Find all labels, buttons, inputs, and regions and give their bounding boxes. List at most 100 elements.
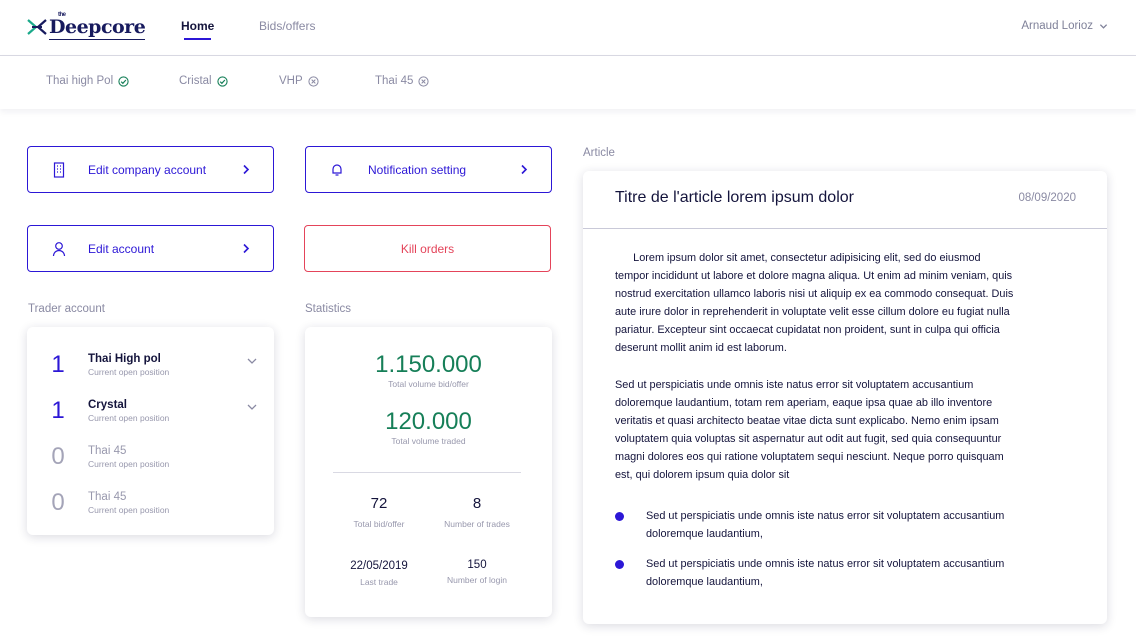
position-caption: Current open position — [88, 413, 170, 423]
nav-bids-offers[interactable]: Bids/offers — [259, 19, 315, 33]
kill-orders-button[interactable]: Kill orders — [304, 225, 551, 272]
total-volume-bid-offer-value: 1.150.000 — [375, 351, 482, 378]
statistics-heading: Statistics — [305, 303, 352, 315]
product-item-vhp[interactable]: VHP — [279, 75, 319, 87]
article-title: Titre de l'article lorem ipsum dolor — [615, 189, 854, 206]
action-label: Edit account — [88, 242, 155, 256]
logo-wordmark: Deepcore — [49, 16, 146, 38]
text-line: magni dolores eos qui ratione voluptatem… — [615, 451, 1004, 463]
article-date: 08/09/2020 — [1018, 192, 1076, 204]
text-line: Sed ut perspiciatis unde omnis iste natu… — [646, 510, 1005, 522]
total-volume-bid-offer-label: Total volume bid/offer — [388, 379, 469, 389]
text-line: nostrud exercitation ullamco laboris nis… — [615, 288, 1014, 300]
nav-home[interactable]: Home — [181, 19, 214, 40]
product-name: Thai 45 — [88, 491, 127, 503]
text-line: deserunt mollit anim id est laborum. — [615, 342, 787, 354]
logo-text: the Deepcore — [49, 12, 146, 40]
product-item-thai-high-pol[interactable]: Thai high Pol — [46, 75, 129, 87]
text-line: doloremque laudantium, — [646, 576, 763, 588]
trader-account-card: 1 Thai High pol Current open position 1 … — [27, 327, 274, 535]
chevron-right-icon — [243, 164, 250, 175]
statistics-card: 1.150.000 Total volume bid/offer 120.000… — [305, 327, 552, 617]
product-status-bar: Thai high Pol Cristal VHP Thai 45 — [0, 56, 1136, 109]
trader-row: 0 Thai 45 Current open position — [27, 487, 274, 533]
article-bullet-item: Sed ut perspiciatis unde omnis iste natu… — [646, 555, 1086, 591]
product-name: Crystal — [88, 399, 127, 411]
product-name: Thai High pol — [88, 353, 161, 365]
number-of-login-label: Number of login — [446, 575, 507, 585]
action-label: Kill orders — [400, 241, 455, 256]
position-count: 1 — [51, 397, 65, 424]
product-label: Cristal — [179, 75, 212, 87]
text-line: Sed ut perspiciatis unde omnis iste natu… — [615, 379, 974, 391]
text-line: est, qui dolorem ipsum quia dolor sit — [615, 469, 790, 481]
trader-row: 0 Thai 45 Current open position — [27, 441, 274, 487]
bullet-dot-icon — [615, 560, 624, 569]
user-icon — [52, 242, 66, 257]
position-count: 0 — [51, 489, 65, 516]
total-volume-traded-label: Total volume traded — [391, 436, 466, 446]
position-count: 0 — [51, 443, 65, 470]
chevron-down-icon — [1099, 23, 1108, 29]
product-name: Thai 45 — [88, 445, 127, 457]
user-menu[interactable]: Arnaud Lorioz — [1021, 20, 1108, 32]
logo[interactable]: the Deepcore — [27, 12, 146, 41]
article-bullet-item: Sed ut perspiciatis unde omnis iste natu… — [646, 507, 1086, 543]
edit-company-account-button[interactable]: Edit company account — [27, 146, 274, 193]
product-item-thai-45[interactable]: Thai 45 — [375, 75, 429, 87]
text-line: doloremque laudantium, totam rem aperiam… — [615, 397, 993, 409]
position-caption: Current open position — [88, 367, 170, 377]
chevron-right-icon — [243, 243, 250, 254]
position-count: 1 — [51, 351, 65, 378]
chevron-down-icon[interactable] — [247, 403, 257, 411]
text-line: Lorem ipsum dolor sit amet, consectetur … — [615, 252, 981, 264]
top-navbar: the Deepcore Home Bids/offers Arnaud Lor… — [0, 0, 1136, 56]
article-heading: Article — [583, 147, 615, 159]
number-of-trades-label: Number of trades — [444, 519, 510, 529]
notification-setting-button[interactable]: Notification setting — [305, 146, 552, 193]
text-line: pariatur. Excepteur sint occaecat cupida… — [615, 324, 1000, 336]
trader-row[interactable]: 1 Crystal Current open position — [27, 395, 274, 441]
stats-divider — [333, 472, 521, 473]
x-circle-icon — [308, 75, 319, 87]
text-line: aute irure dolor in reprehenderit in vol… — [615, 306, 1010, 318]
trader-account-heading: Trader account — [28, 303, 105, 315]
last-trade-value: 22/05/2019 — [350, 560, 408, 572]
total-bid-offer-label: Total bid/offer — [353, 519, 405, 529]
user-name: Arnaud Lorioz — [1021, 20, 1093, 32]
check-circle-icon — [118, 75, 129, 87]
bell-icon — [332, 164, 342, 176]
action-label: Notification setting — [368, 163, 467, 177]
chevron-down-icon[interactable] — [247, 357, 257, 365]
chevron-right-icon — [521, 164, 528, 175]
product-label: Thai high Pol — [46, 75, 114, 87]
trader-row[interactable]: 1 Thai High pol Current open position — [27, 349, 274, 395]
action-label: Edit company account — [88, 163, 207, 177]
x-circle-icon — [418, 75, 429, 87]
check-circle-icon — [216, 75, 228, 87]
text-line: veritatis et quasi architecto beatae vit… — [615, 415, 999, 427]
edit-account-button[interactable]: Edit account — [27, 225, 274, 272]
article-paragraph-2: Sed ut perspiciatis unde omnis iste natu… — [615, 376, 1077, 484]
product-label: Thai 45 — [375, 75, 414, 87]
total-bid-offer-value: 72 — [370, 495, 388, 512]
building-icon — [53, 162, 65, 178]
product-item-cristal[interactable]: Cristal — [179, 75, 228, 87]
text-line: doloremque laudantium, — [646, 528, 763, 540]
text-line: Sed ut perspiciatis unde omnis iste natu… — [646, 558, 1005, 570]
number-of-login-value: 150 — [467, 559, 487, 571]
deepcore-logo-icon — [27, 19, 47, 35]
position-caption: Current open position — [88, 459, 170, 469]
bullet-dot-icon — [615, 512, 624, 521]
article-card: Titre de l'article lorem ipsum dolor 08/… — [583, 171, 1107, 624]
number-of-trades-value: 8 — [472, 495, 482, 512]
logo-sup: the — [58, 12, 66, 18]
total-volume-traded-value: 120.000 — [385, 408, 472, 435]
text-line: voluptatem quia voluptas sit aspernatur … — [615, 433, 1002, 445]
article-divider — [583, 228, 1107, 229]
product-label: VHP — [279, 75, 303, 87]
last-trade-label: Last trade — [360, 577, 398, 587]
text-line: tempor incididunt ut labore et dolore ma… — [615, 270, 1013, 282]
position-caption: Current open position — [88, 505, 170, 515]
article-paragraph-1: Lorem ipsum dolor sit amet, consectetur … — [615, 249, 1077, 357]
